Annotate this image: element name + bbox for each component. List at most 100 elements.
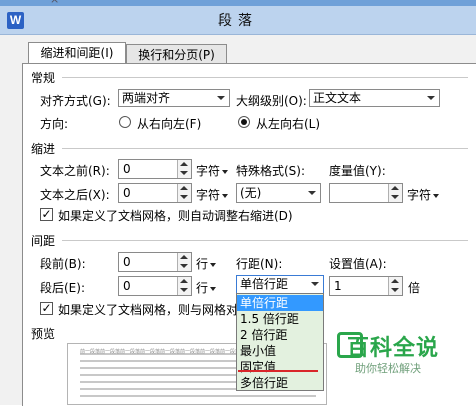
preview-sample-text: 前一段落前一段落前一段落前一段落前一段落前一段落前一段落前一段落前一段落 — [80, 349, 261, 355]
section-divider — [62, 148, 468, 149]
spinner-buttons[interactable] — [177, 277, 191, 295]
unit-text: 行 — [196, 257, 209, 271]
dialog-title: 段落 — [218, 13, 258, 29]
background-close-glyph: × — [50, 0, 59, 6]
outline-level-value: 正文文本 — [313, 91, 362, 105]
indent-before-value: 0 — [123, 162, 131, 176]
indent-before-label: 文本之前(R): — [40, 164, 110, 178]
measure-label: 度量值(Y): — [329, 164, 386, 178]
watermark-main-text: 百科全说 — [347, 336, 440, 361]
line-spacing-option[interactable]: 固定值 — [237, 359, 323, 375]
setting-value-spinner[interactable]: 1 — [329, 276, 403, 296]
unit-text: 字符 — [196, 188, 221, 202]
watermark-sub-text: 助你轻松解决 — [355, 362, 421, 375]
line-spacing-option[interactable]: 1.5 倍行距 — [237, 311, 323, 327]
outline-level-select[interactable]: 正文文本 — [309, 89, 440, 107]
line-spacing-value: 单倍行距 — [240, 277, 289, 291]
unit-text: 字符 — [196, 164, 221, 178]
line-spacing-option[interactable]: 2 倍行距 — [237, 327, 323, 343]
ltr-label[interactable]: 从左向右(L) — [256, 115, 320, 132]
alignment-select[interactable]: 两端对齐 — [118, 89, 230, 107]
spin-up-icon — [180, 279, 188, 283]
tab-indent-spacing[interactable]: 缩进和间距(I) — [28, 42, 126, 64]
direction-label: 方向: — [40, 117, 69, 131]
watermark: 百科全说 助你轻松解决 — [337, 330, 457, 378]
red-underline-annotation — [238, 370, 318, 372]
spin-down-icon — [391, 195, 399, 199]
space-after-spinner[interactable]: 0 — [118, 276, 192, 296]
spinner-buttons[interactable] — [177, 184, 191, 202]
measure-unit[interactable]: 字符 — [407, 186, 440, 203]
space-before-label: 段前(B): — [40, 257, 86, 271]
measure-spinner[interactable] — [329, 183, 403, 203]
line-spacing-option[interactable]: 多倍行距 — [237, 375, 323, 391]
preview-line — [80, 395, 316, 397]
chevron-down-icon — [217, 96, 225, 100]
spinner-buttons[interactable] — [388, 184, 402, 202]
space-after-unit[interactable]: 行 — [196, 279, 217, 296]
indent-after-spinner[interactable]: 0 — [118, 183, 192, 203]
spinner-buttons[interactable] — [388, 277, 402, 295]
indent-grid-checkbox[interactable]: ✓ — [40, 208, 53, 221]
rtl-radio[interactable] — [119, 116, 131, 128]
rtl-label[interactable]: 从右向左(F) — [137, 115, 201, 132]
spin-down-icon — [180, 171, 188, 175]
spin-up-icon — [391, 186, 399, 190]
special-format-value: (无) — [240, 186, 262, 200]
tab-line-page-breaks[interactable]: 换行和分页(P) — [126, 44, 227, 64]
indent-after-value: 0 — [123, 186, 131, 200]
space-before-unit[interactable]: 行 — [196, 255, 217, 272]
spinner-buttons[interactable] — [177, 160, 191, 178]
spin-up-icon — [180, 186, 188, 190]
line-spacing-select[interactable]: 单倍行距 — [236, 275, 324, 294]
spin-up-icon — [180, 255, 188, 259]
space-before-spinner[interactable]: 0 — [118, 252, 192, 272]
section-spacing-heading: 间距 — [31, 234, 56, 248]
spin-down-icon — [391, 288, 399, 292]
spinner-buttons[interactable] — [177, 253, 191, 271]
setting-value-label: 设置值(A): — [329, 257, 387, 271]
line-spacing-label: 行距(N): — [236, 257, 283, 271]
line-spacing-dropdown[interactable]: 单倍行距 1.5 倍行距 2 倍行距 最小值 固定值 多倍行距 — [236, 293, 324, 391]
indent-before-unit[interactable]: 字符 — [196, 162, 229, 179]
unit-dropdown-icon — [222, 169, 229, 174]
alignment-value: 两端对齐 — [122, 91, 171, 105]
section-divider — [62, 77, 468, 78]
special-format-label: 特殊格式(S): — [236, 164, 306, 178]
indent-before-spinner[interactable]: 0 — [118, 159, 192, 179]
space-after-label: 段后(E): — [40, 281, 85, 295]
indent-after-unit[interactable]: 字符 — [196, 186, 229, 203]
spin-down-icon — [180, 288, 188, 292]
spin-down-icon — [180, 195, 188, 199]
spacing-grid-label[interactable]: 如果定义了文档网格，则与网格对 — [58, 301, 238, 318]
spin-down-icon — [180, 264, 188, 268]
ltr-radio[interactable] — [238, 116, 250, 128]
chevron-down-icon — [308, 191, 316, 195]
spin-up-icon — [391, 279, 399, 283]
setting-value-unit: 倍 — [408, 281, 421, 295]
line-spacing-option[interactable]: 最小值 — [237, 343, 323, 359]
section-divider — [62, 240, 468, 241]
indent-grid-label[interactable]: 如果定义了文档网格，则自动调整右缩进(D) — [58, 207, 293, 224]
section-indent-heading: 缩进 — [31, 142, 56, 156]
unit-dropdown-icon — [433, 193, 440, 198]
special-format-select[interactable]: (无) — [236, 183, 321, 203]
section-preview-heading: 预览 — [31, 327, 56, 341]
space-before-value: 0 — [123, 255, 131, 269]
unit-dropdown-icon — [210, 286, 217, 291]
spin-up-icon — [180, 162, 188, 166]
space-after-value: 0 — [123, 279, 131, 293]
section-general-heading: 常规 — [31, 71, 56, 85]
chevron-down-icon — [311, 282, 319, 286]
unit-text: 行 — [196, 281, 209, 295]
alignment-label: 对齐方式(G): — [40, 94, 111, 108]
unit-text: 字符 — [407, 188, 432, 202]
setting-value: 1 — [334, 279, 342, 293]
outline-level-label: 大纲级别(O): — [236, 94, 307, 108]
indent-after-label: 文本之后(X): — [40, 188, 110, 202]
spacing-grid-checkbox[interactable]: ✓ — [40, 302, 53, 315]
chevron-down-icon — [427, 96, 435, 100]
unit-dropdown-icon — [222, 193, 229, 198]
line-spacing-option[interactable]: 单倍行距 — [237, 295, 323, 311]
unit-dropdown-icon — [210, 262, 217, 267]
